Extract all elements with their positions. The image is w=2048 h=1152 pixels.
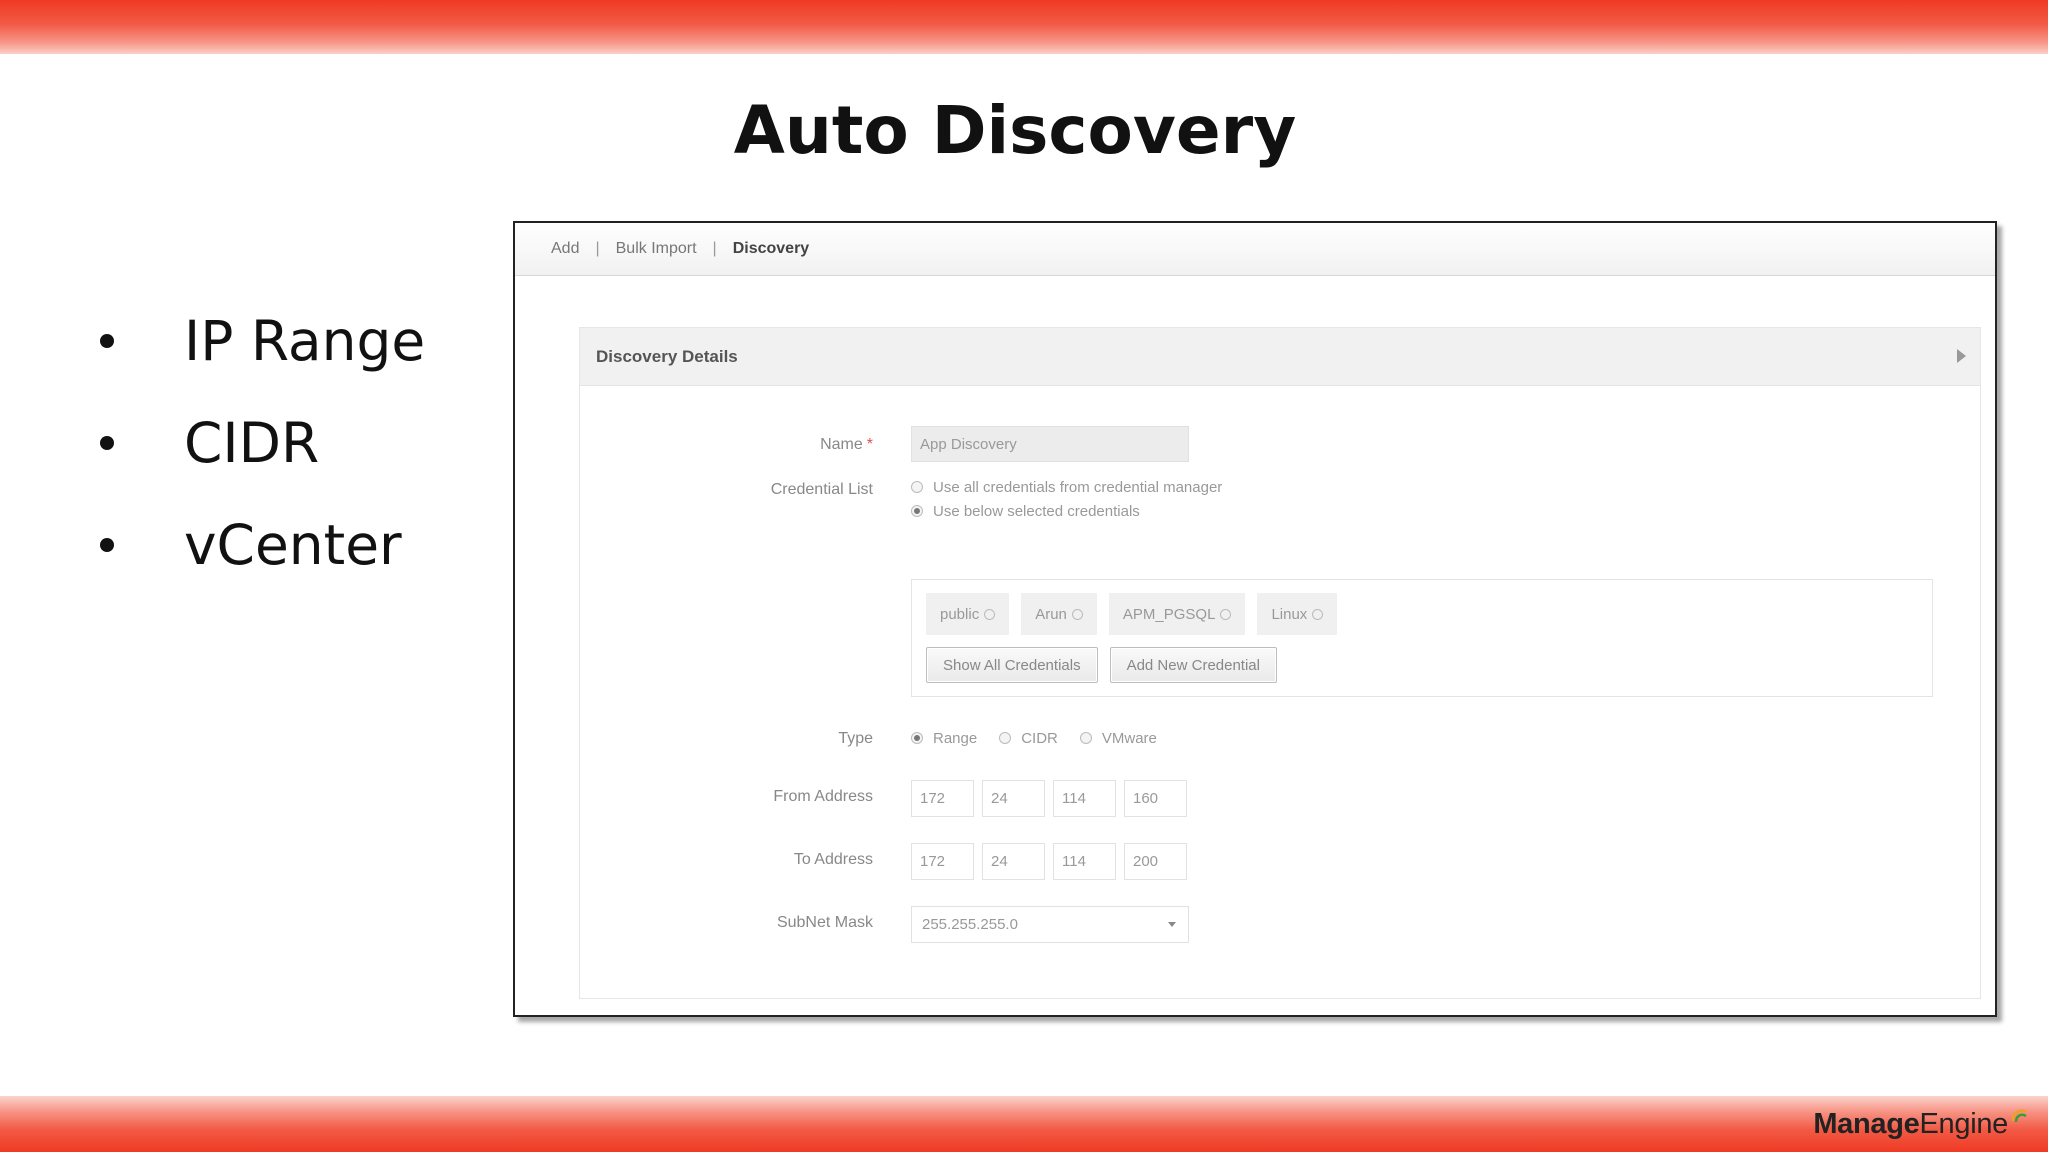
type-options: Range CIDR VMware <box>911 726 1179 750</box>
chip-label: Arun <box>1035 605 1067 623</box>
type-option-range[interactable]: Range <box>911 730 977 747</box>
panel-title: Discovery Details <box>596 346 738 366</box>
bullet-text: IP Range <box>184 309 426 373</box>
credential-option-selected[interactable]: Use below selected credentials <box>911 499 1222 523</box>
tab-separator: | <box>712 240 717 257</box>
credential-chip[interactable]: Linux <box>1257 593 1338 635</box>
subnet-mask-label: SubNet Mask <box>776 914 873 931</box>
tab-bulk-import[interactable]: Bulk Import <box>616 240 697 258</box>
logo-text-manage: Manage <box>1813 1107 1920 1140</box>
from-address-label: From Address <box>773 788 873 805</box>
bullet-text: vCenter <box>184 513 402 577</box>
subnet-mask-select[interactable]: 255.255.255.0 <box>911 906 1189 943</box>
radio-label: Use below selected credentials <box>933 502 1140 520</box>
select-value: 255.255.255.0 <box>922 916 1018 933</box>
name-label: Name * <box>820 436 873 453</box>
to-address-input: 172 24 114 200 <box>911 843 1187 880</box>
subnet-mask-wrap: 255.255.255.0 <box>911 906 1189 943</box>
radio-label: VMware <box>1101 729 1157 747</box>
discovery-screenshot: Add | Bulk Import | Discovery Discovery … <box>513 221 1997 1017</box>
bottom-accent-bar <box>0 1096 2048 1152</box>
from-address-input: 172 24 114 160 <box>911 780 1187 817</box>
required-mark: * <box>866 436 873 453</box>
type-option-vmware[interactable]: VMware <box>1079 729 1157 747</box>
panel-header[interactable]: Discovery Details <box>580 328 1980 386</box>
bullet-dot-icon <box>100 334 114 348</box>
credential-chip[interactable]: public <box>926 593 1010 635</box>
ip-octet-field[interactable]: 172 <box>911 843 974 880</box>
ip-octet-field[interactable]: 200 <box>1124 843 1187 880</box>
show-all-credentials-button[interactable]: Show All Credentials <box>926 647 1098 683</box>
radio-label: Use all credentials from credential mana… <box>933 478 1223 496</box>
remove-icon[interactable] <box>1312 608 1324 620</box>
logo-swoosh-icon <box>2011 1109 2027 1123</box>
remove-icon[interactable] <box>984 608 996 620</box>
ip-octet-field[interactable]: 160 <box>1124 780 1187 817</box>
bullet-item: vCenter <box>100 494 425 596</box>
bullet-list: IP Range CIDR vCenter <box>100 290 425 596</box>
remove-icon[interactable] <box>1220 608 1232 620</box>
add-new-credential-button[interactable]: Add New Credential <box>1109 647 1277 683</box>
credential-buttons: Show All Credentials Add New Credential <box>926 647 1277 683</box>
slide-title: Auto Discovery <box>733 92 1297 169</box>
credential-chip[interactable]: Arun <box>1021 593 1097 635</box>
ip-octet-field[interactable]: 172 <box>911 780 974 817</box>
name-field-wrap: App Discovery <box>911 426 1189 462</box>
credential-options: Use all credentials from credential mana… <box>911 475 1222 523</box>
ip-octet-field[interactable]: 24 <box>982 843 1045 880</box>
bullet-item: CIDR <box>100 392 425 494</box>
logo-text-engine: Engine <box>1919 1107 2009 1140</box>
bullet-item: IP Range <box>100 290 425 392</box>
top-accent-bar <box>0 0 2048 54</box>
credential-list-label: Credential List <box>770 481 873 498</box>
credential-box: public Arun APM_PGSQL Linux Show All Cre… <box>911 579 1933 697</box>
chevron-down-icon[interactable] <box>1168 922 1176 927</box>
manageengine-logo: Manage Engine <box>1813 1104 2028 1144</box>
radio-icon[interactable] <box>999 732 1012 744</box>
chip-label: Linux <box>1271 605 1308 623</box>
radio-checked-icon[interactable] <box>911 732 923 744</box>
credential-chip[interactable]: APM_PGSQL <box>1108 593 1246 635</box>
radio-checked-icon[interactable] <box>911 505 923 517</box>
tab-bar: Add | Bulk Import | Discovery <box>515 223 1995 276</box>
type-option-cidr[interactable]: CIDR <box>999 730 1058 747</box>
bullet-dot-icon <box>100 538 114 552</box>
remove-icon[interactable] <box>1071 608 1083 620</box>
bullet-text: CIDR <box>184 411 320 475</box>
to-address-label: To Address <box>793 851 873 868</box>
radio-label: CIDR <box>1021 729 1058 747</box>
discovery-details-panel: Discovery Details Name * App Discovery Cr… <box>579 327 1981 999</box>
tab-add[interactable]: Add <box>551 240 579 258</box>
chip-label: APM_PGSQL <box>1122 605 1216 623</box>
bullet-dot-icon <box>100 436 114 450</box>
ip-octet-field[interactable]: 24 <box>982 780 1045 817</box>
name-input[interactable]: App Discovery <box>911 426 1189 462</box>
ip-octet-field[interactable]: 114 <box>1053 780 1116 817</box>
chip-label: public <box>940 605 980 623</box>
ip-octet-field[interactable]: 114 <box>1053 843 1116 880</box>
type-label: Type <box>838 730 873 747</box>
credential-option-all[interactable]: Use all credentials from credential mana… <box>911 475 1222 499</box>
collapse-arrow-icon[interactable] <box>1957 349 1966 363</box>
radio-label: Range <box>933 729 978 747</box>
tab-separator: | <box>595 240 600 257</box>
radio-icon[interactable] <box>1079 732 1092 744</box>
credential-chips: public Arun APM_PGSQL Linux <box>926 593 1338 635</box>
radio-icon[interactable] <box>911 481 923 493</box>
tab-discovery[interactable]: Discovery <box>733 240 810 258</box>
